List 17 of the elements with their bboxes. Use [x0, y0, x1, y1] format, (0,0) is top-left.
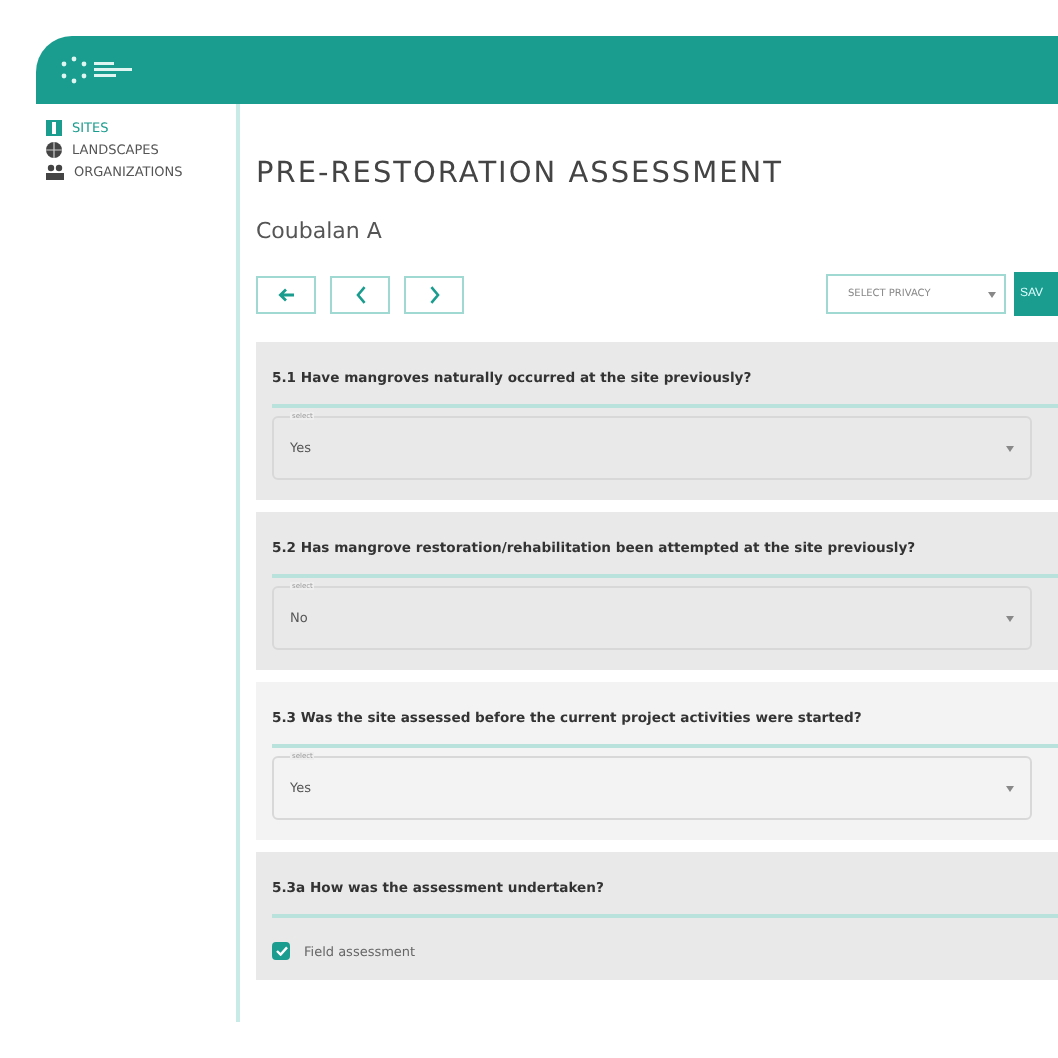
people-icon	[46, 164, 64, 180]
back-button[interactable]	[256, 275, 316, 313]
previous-button[interactable]	[330, 275, 390, 313]
back-arrow-icon	[278, 287, 294, 301]
caret-icon	[988, 291, 996, 297]
map-icon	[46, 120, 62, 136]
chevron-right-icon	[429, 285, 439, 303]
next-button[interactable]	[404, 275, 464, 313]
site-name: Coubalan A	[256, 218, 384, 244]
chevron-left-icon	[355, 285, 365, 303]
logo-icon	[60, 56, 132, 84]
caret-icon	[1006, 445, 1014, 451]
page-title: PRE-RESTORATION ASSESSMENT	[256, 158, 785, 190]
caret-icon	[1006, 615, 1014, 621]
checkbox[interactable]	[272, 942, 290, 960]
caret-icon	[1006, 785, 1014, 791]
globe-icon	[46, 142, 62, 158]
